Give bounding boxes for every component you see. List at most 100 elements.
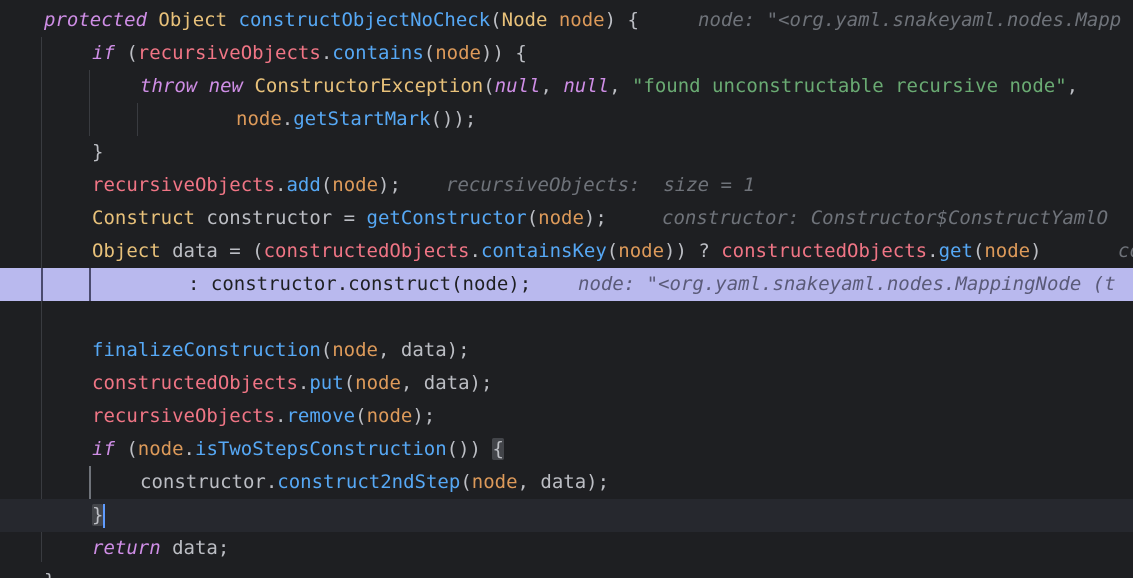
inline-debug-value: recursiveObjects: size = 1 [446,174,755,196]
code-line[interactable]: protected Object constructObjectNoCheck(… [0,4,1133,37]
indent-guide [89,268,91,301]
code-token: add [286,174,321,196]
code-token: if [92,42,115,64]
code-token: ( [460,471,472,493]
code-line[interactable] [0,301,1133,334]
code-token: node [332,174,379,196]
code-token: )) { [481,42,527,64]
code-line-text: if (recursiveObjects.contains(node)) { [92,37,527,70]
code-line[interactable]: Object data = (constructedObjects.contai… [0,235,1133,268]
code-token: ( [320,339,333,361]
code-token: , [1066,75,1079,97]
code-token: , [609,75,632,97]
code-line[interactable]: if (node.isTwoStepsConstruction()) { [0,433,1133,466]
indent-guide [41,268,43,301]
code-token: constructedObjects [92,372,298,394]
code-token: constructedObjects [263,240,470,262]
code-token: node [366,405,413,427]
code-token: { [492,438,504,460]
code-line-text: finalizeConstruction(node, data); [92,334,470,367]
code-line[interactable]: : constructor.construct(node); node: "<or… [0,268,1133,301]
code-editor[interactable]: protected Object constructObjectNoCheck(… [0,0,1133,578]
code-line[interactable]: } [0,136,1133,169]
code-token: "found unconstructable recursive node" [631,75,1067,97]
code-token: getConstructor [366,207,527,229]
code-token: node [236,108,282,130]
code-line[interactable]: } [0,565,1133,578]
code-line[interactable]: finalizeConstruction(node, data); [0,334,1133,367]
code-token: Object [158,9,228,31]
code-line[interactable]: node.getStartMark()); [0,103,1133,136]
code-token: Object [92,240,161,262]
code-token: ( [114,438,138,460]
code-token: . [275,405,287,427]
code-line-text: : constructor.construct(node); [188,268,531,301]
code-token: recursiveObjects [137,42,321,64]
code-token: ()); [430,108,477,130]
code-token: Node [501,9,548,31]
code-token: data = ( [160,240,264,262]
code-token: data; [160,537,230,559]
code-token: ( [526,207,539,229]
code-line-text: } [44,565,55,578]
code-token: node [355,372,401,394]
code-token: put [309,372,344,394]
code-line[interactable]: return data; [0,532,1133,565]
code-line[interactable]: } [0,499,1133,532]
code-token: null [494,75,541,97]
code-token: , data); [517,471,610,493]
code-token: ( [114,42,138,64]
code-token: node [137,438,184,460]
code-token: constructor. [140,471,278,493]
code-token: ()) [446,438,493,460]
code-token: node [538,207,584,229]
code-token: ); [583,207,607,229]
code-line[interactable]: recursiveObjects.remove(node); [0,400,1133,433]
code-line-text: } [92,499,106,532]
inline-debug-value: co [1118,240,1133,262]
code-line[interactable]: Construct constructor = getConstructor(n… [0,202,1133,235]
code-token: . [320,42,333,64]
code-line-text: constructedObjects.put(node, data); [92,367,492,400]
code-token: return [92,537,161,559]
code-token: , data); [378,339,470,361]
code-token: node [558,9,605,31]
code-line-text: return data; [92,532,229,565]
code-token: if [92,438,115,460]
code-token: . [297,372,310,394]
code-token: node [471,471,518,493]
code-token: node [618,240,665,262]
code-token: ( [355,405,367,427]
code-line[interactable]: constructedObjects.put(node, data); [0,367,1133,400]
code-token: ( [423,42,436,64]
code-line-text: node.getStartMark()); [236,103,476,136]
code-line[interactable]: recursiveObjects.add(node); recursiveObje… [0,169,1133,202]
code-line-text: recursiveObjects.add(node); [92,169,401,202]
code-token: node [984,240,1031,262]
code-line[interactable]: throw new ConstructorException(null, nul… [0,70,1133,103]
code-token: Construct [92,207,195,229]
code-token: , data); [400,372,493,394]
code-token: , [540,75,564,97]
code-token: . [469,240,481,262]
code-token: construct2ndStep [277,471,461,493]
code-token: ( [972,240,985,262]
code-token: recursiveObjects [92,174,276,196]
code-token: node [332,339,378,361]
code-token: : constructor.construct(node); [188,273,532,295]
inline-debug-value: node: "<org.yaml.snakeyaml.nodes.Mapp [698,9,1122,31]
code-line[interactable]: if (recursiveObjects.contains(node)) { [0,37,1133,70]
code-token: . [927,240,939,262]
code-token: isTwoStepsConstruction [195,438,447,460]
code-token: new [208,75,243,97]
code-line[interactable]: constructor.construct2ndStep(node, data)… [0,466,1133,499]
code-token: } [92,141,104,163]
code-token: . [183,438,195,460]
code-token: get [938,240,973,262]
code-token: } [92,504,104,526]
code-token: recursiveObjects [92,405,276,427]
